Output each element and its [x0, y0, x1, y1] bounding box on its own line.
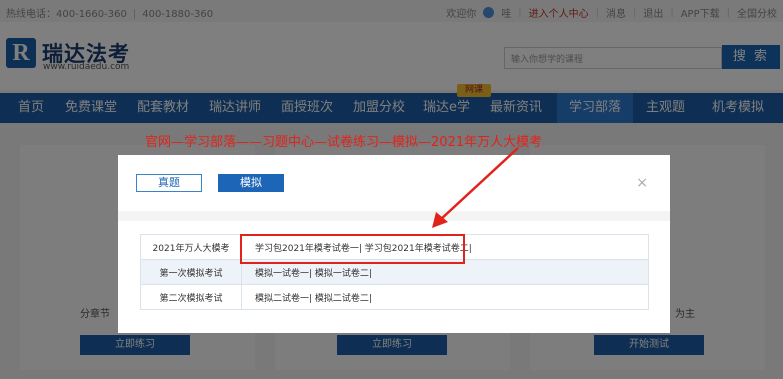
annotation-arrow — [432, 147, 519, 228]
